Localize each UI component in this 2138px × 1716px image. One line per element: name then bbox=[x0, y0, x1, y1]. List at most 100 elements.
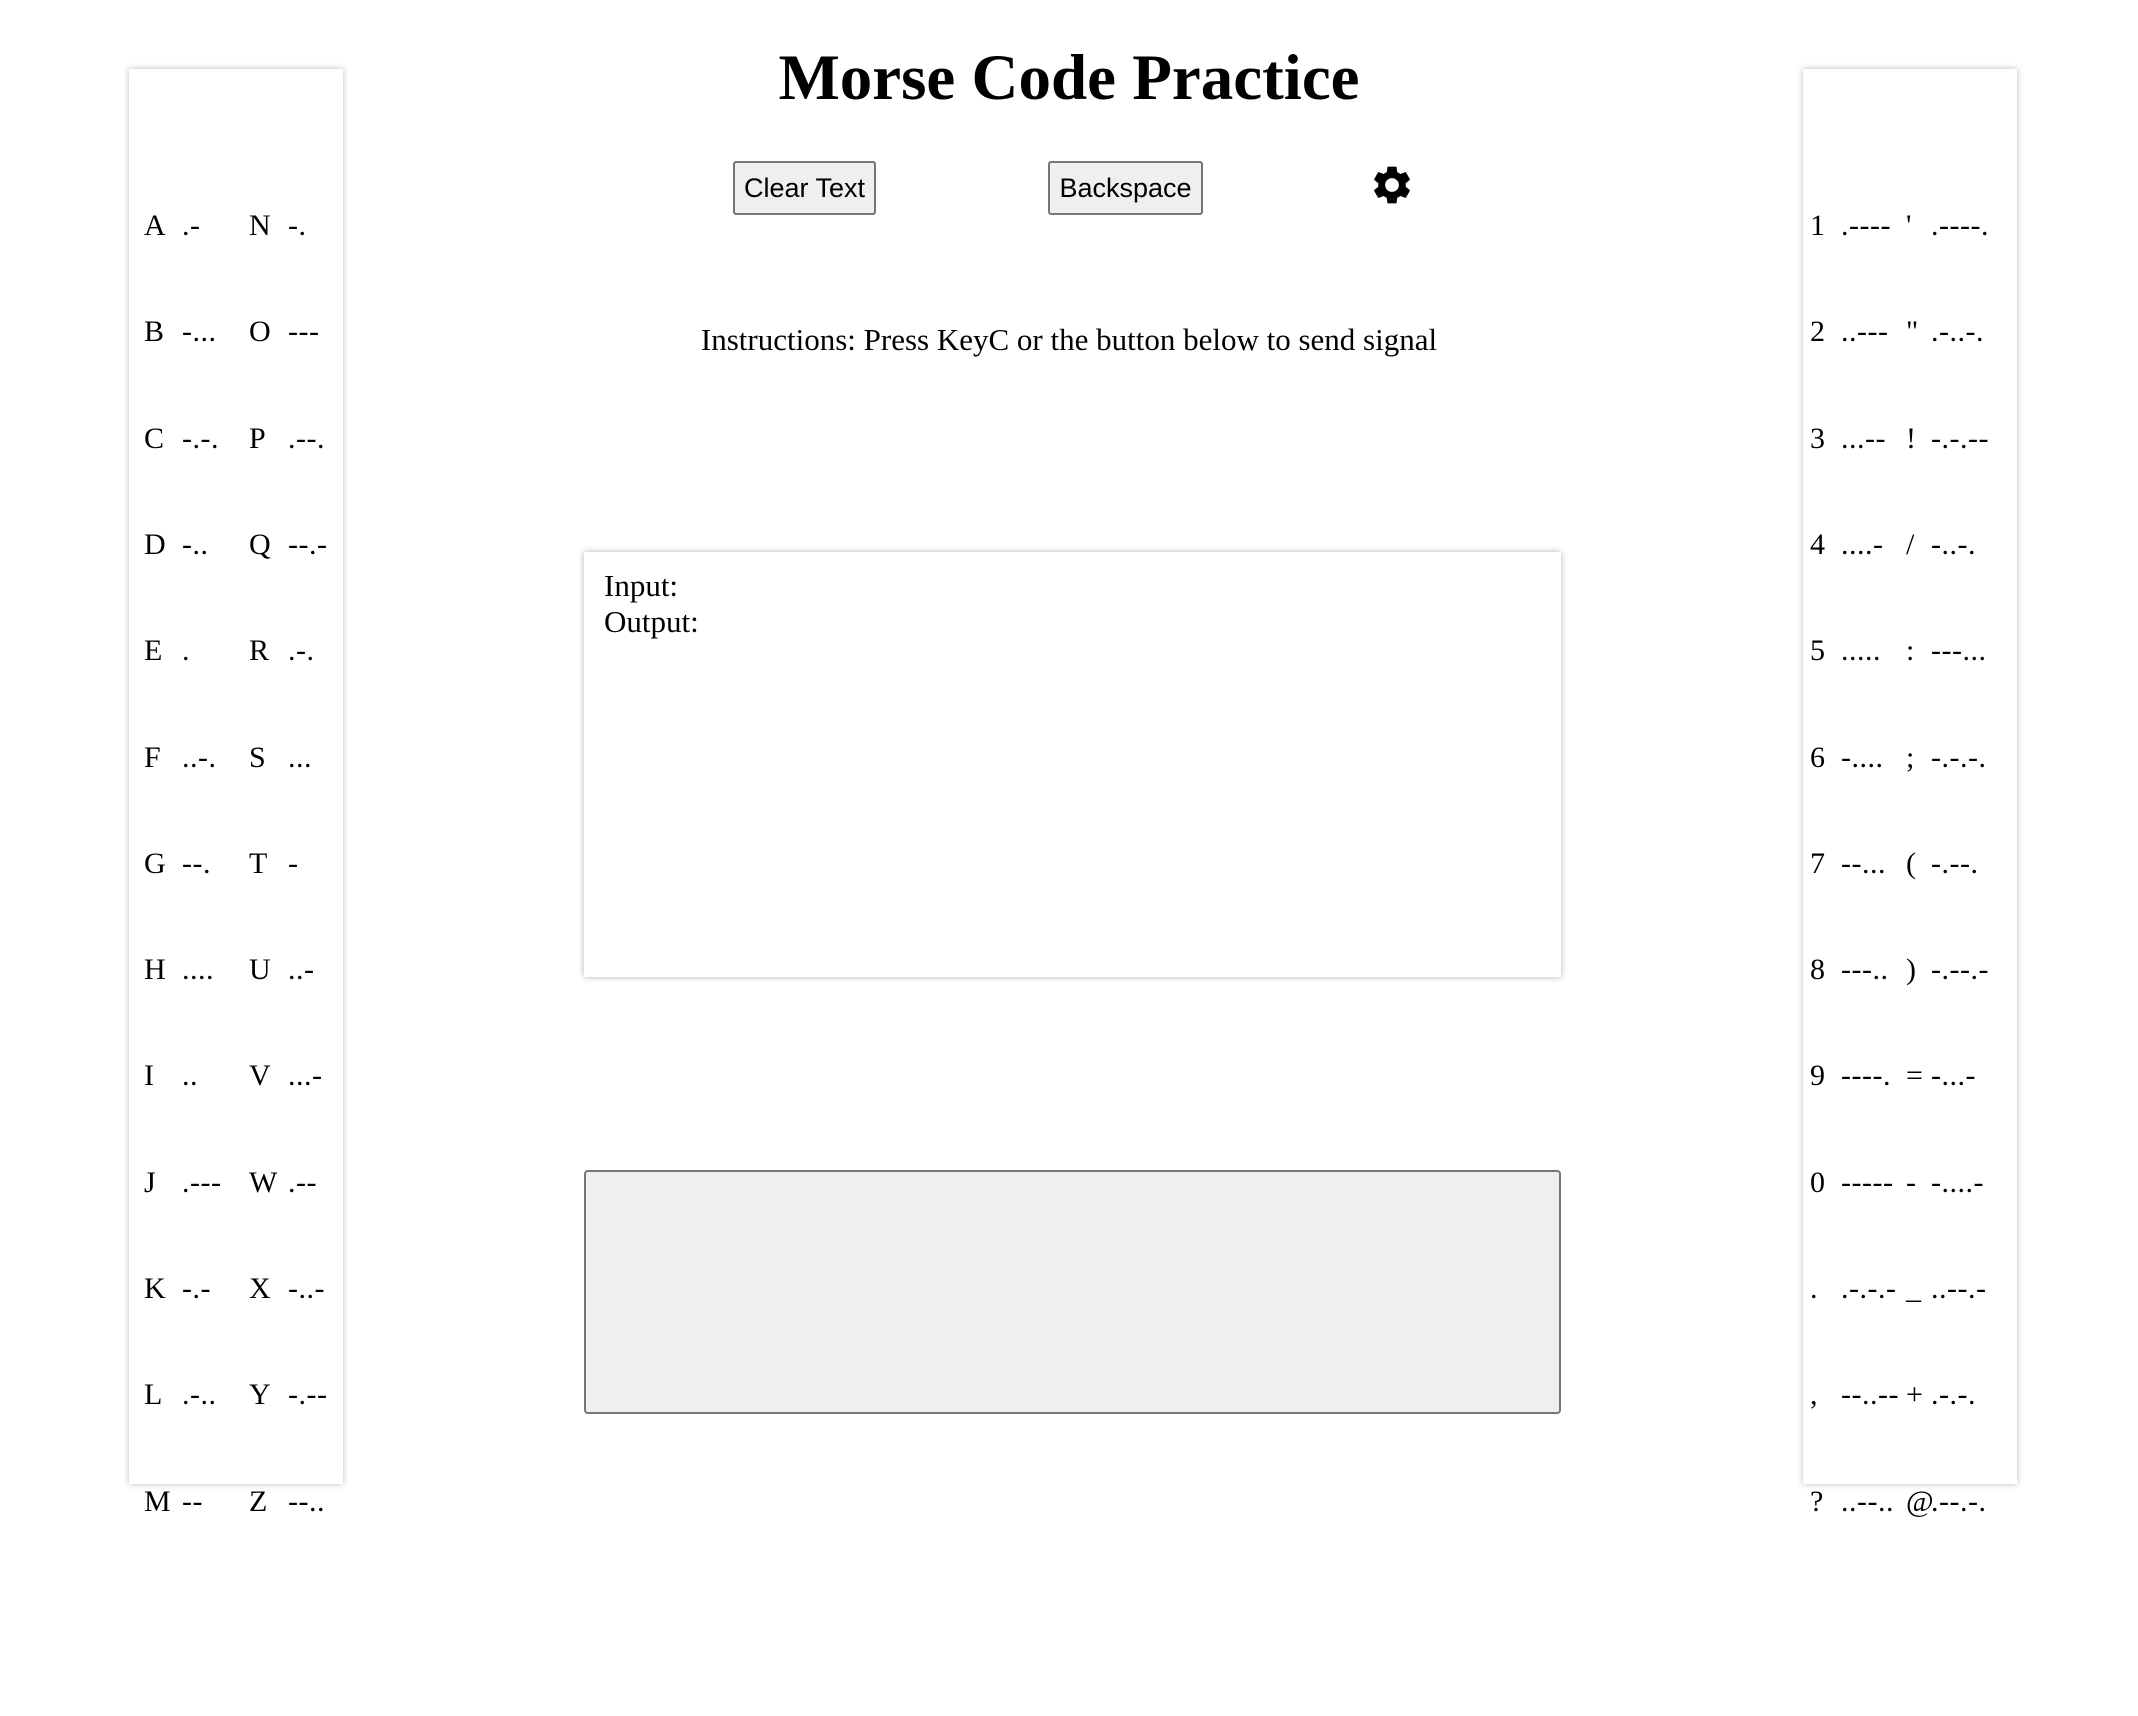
morse-code: -.... bbox=[1841, 740, 1884, 774]
input-label: Input: bbox=[604, 568, 679, 603]
morse-symbol: @ bbox=[1906, 1484, 1934, 1518]
morse-row: 2 ..--- " .-..-. bbox=[1803, 312, 2017, 352]
morse-row: 9 ----. = -...- bbox=[1803, 1056, 2017, 1096]
morse-symbol: Z bbox=[249, 1484, 268, 1518]
morse-symbol: H bbox=[144, 953, 166, 987]
morse-code: ...- bbox=[288, 1059, 323, 1093]
settings-button[interactable] bbox=[1369, 162, 1415, 208]
morse-code: ---... bbox=[1931, 634, 1987, 668]
morse-code: ..--.- bbox=[1931, 1272, 1987, 1305]
morse-code: -- bbox=[182, 1484, 203, 1518]
morse-symbol: 8 bbox=[1810, 953, 1825, 987]
morse-row: 3 ...--! -.-.-- bbox=[1803, 419, 2017, 459]
morse-code: --. bbox=[182, 846, 211, 880]
morse-code: -. bbox=[288, 209, 307, 242]
morse-row: E. R .-. bbox=[129, 631, 343, 671]
morse-row: . .-.-.- _ ..--.- bbox=[1803, 1269, 2017, 1309]
morse-symbol: V bbox=[249, 1059, 271, 1093]
morse-symbol: 7 bbox=[1810, 846, 1825, 880]
morse-symbol: W bbox=[249, 1165, 278, 1199]
morse-symbol: P bbox=[249, 421, 266, 455]
morse-symbol: 1 bbox=[1810, 209, 1825, 242]
output-label: Output: bbox=[604, 604, 699, 639]
morse-code: .... bbox=[182, 953, 214, 987]
morse-row: 4 ....- / -..-. bbox=[1803, 525, 2017, 565]
morse-row: 7 --... (-.--. bbox=[1803, 844, 2017, 884]
morse-symbol: G bbox=[144, 846, 166, 880]
morse-code: .-- bbox=[288, 1165, 317, 1199]
morse-symbol: A bbox=[144, 209, 166, 242]
morse-code: .----. bbox=[1931, 209, 1989, 242]
morse-code: ... bbox=[288, 740, 312, 774]
morse-code: --... bbox=[1841, 846, 1886, 880]
morse-symbol: U bbox=[249, 953, 271, 987]
morse-code: .-. bbox=[288, 634, 315, 668]
morse-reference-numbers-punctuation: 1 .---- ' .----. 2 ..--- " .-..-. 3 ...--! -.-.-- 4… bbox=[1803, 69, 2017, 1518]
morse-symbol: 6 bbox=[1810, 740, 1825, 774]
morse-code: --.. bbox=[288, 1484, 325, 1518]
morse-code: -....- bbox=[1931, 1165, 1984, 1199]
morse-row: C -.-. P .--. bbox=[129, 419, 343, 459]
morse-symbol: / bbox=[1906, 527, 1915, 561]
morse-row: D -.. Q --.- bbox=[129, 525, 343, 565]
morse-row: ? ..--.. @ .--.-. bbox=[1803, 1482, 2017, 1522]
morse-symbol: ! bbox=[1906, 421, 1916, 455]
morse-code: -.-- bbox=[288, 1378, 328, 1412]
morse-symbol: ' bbox=[1906, 209, 1912, 242]
morse-code: ..... bbox=[1841, 634, 1881, 668]
morse-symbol: ) bbox=[1906, 953, 1916, 987]
morse-code: ..- bbox=[288, 953, 315, 987]
morse-row: 1 .---- ' .----. bbox=[1803, 206, 2017, 246]
morse-code: -...- bbox=[1931, 1059, 1976, 1093]
morse-code: --..-- bbox=[1841, 1378, 1899, 1412]
output-line: Output: bbox=[604, 604, 1541, 640]
morse-symbol: K bbox=[144, 1272, 166, 1305]
output-box: Input: Output: bbox=[584, 552, 1561, 977]
morse-symbol: + bbox=[1906, 1378, 1923, 1412]
morse-code: .-..-. bbox=[1931, 315, 1984, 349]
morse-symbol: L bbox=[144, 1378, 163, 1412]
morse-symbol: T bbox=[249, 846, 268, 880]
morse-code: -..- bbox=[288, 1272, 325, 1305]
morse-row: G --. T - bbox=[129, 844, 343, 884]
morse-code: ..--.. bbox=[1841, 1484, 1894, 1518]
morse-symbol: 5 bbox=[1810, 634, 1825, 668]
clear-text-button[interactable]: Clear Text bbox=[733, 161, 876, 215]
morse-row: 5.....: ---... bbox=[1803, 631, 2017, 671]
morse-code: --.- bbox=[288, 527, 328, 561]
morse-row: 6 -....; -.-.-. bbox=[1803, 738, 2017, 778]
morse-code: ----. bbox=[1841, 1059, 1891, 1093]
morse-row: , --..-- + .-.-. bbox=[1803, 1375, 2017, 1415]
morse-symbol: ; bbox=[1906, 740, 1915, 774]
morse-row: F ..-. S... bbox=[129, 738, 343, 778]
morse-symbol: N bbox=[249, 209, 271, 242]
morse-symbol: : bbox=[1906, 634, 1915, 668]
morse-code: .-.-.- bbox=[1841, 1272, 1897, 1305]
morse-symbol: 3 bbox=[1810, 421, 1825, 455]
morse-code: - bbox=[288, 846, 299, 880]
morse-code: ...-- bbox=[1841, 421, 1886, 455]
input-line: Input: bbox=[604, 568, 1541, 604]
send-signal-button[interactable] bbox=[584, 1170, 1561, 1414]
morse-symbol: , bbox=[1810, 1378, 1818, 1412]
morse-code: ..--- bbox=[1841, 315, 1889, 349]
morse-symbol: Y bbox=[249, 1378, 271, 1412]
morse-code: .. bbox=[182, 1059, 198, 1093]
morse-code: ---.. bbox=[1841, 953, 1889, 987]
morse-row: K -.- X -..- bbox=[129, 1269, 343, 1309]
backspace-button[interactable]: Backspace bbox=[1048, 161, 1203, 215]
morse-symbol: M bbox=[144, 1484, 171, 1518]
morse-code: . bbox=[182, 634, 190, 668]
morse-row: I.. V ...- bbox=[129, 1056, 343, 1096]
morse-code: -.. bbox=[182, 527, 209, 561]
morse-code: .--- bbox=[182, 1165, 222, 1199]
morse-code: .- bbox=[182, 209, 201, 242]
morse-code: .-.-. bbox=[1931, 1378, 1976, 1412]
morse-code: .-.. bbox=[182, 1378, 217, 1412]
morse-symbol: . bbox=[1810, 1272, 1818, 1305]
morse-symbol: R bbox=[249, 634, 270, 668]
morse-reference-letters: A .- N -. B -... O --- C -.-. P .--. D -.. Q --.- E. R .-.… bbox=[129, 69, 343, 1518]
morse-symbol: S bbox=[249, 740, 266, 774]
morse-row: M -- Z --.. bbox=[129, 1482, 343, 1522]
morse-code: ----- bbox=[1841, 1165, 1894, 1199]
